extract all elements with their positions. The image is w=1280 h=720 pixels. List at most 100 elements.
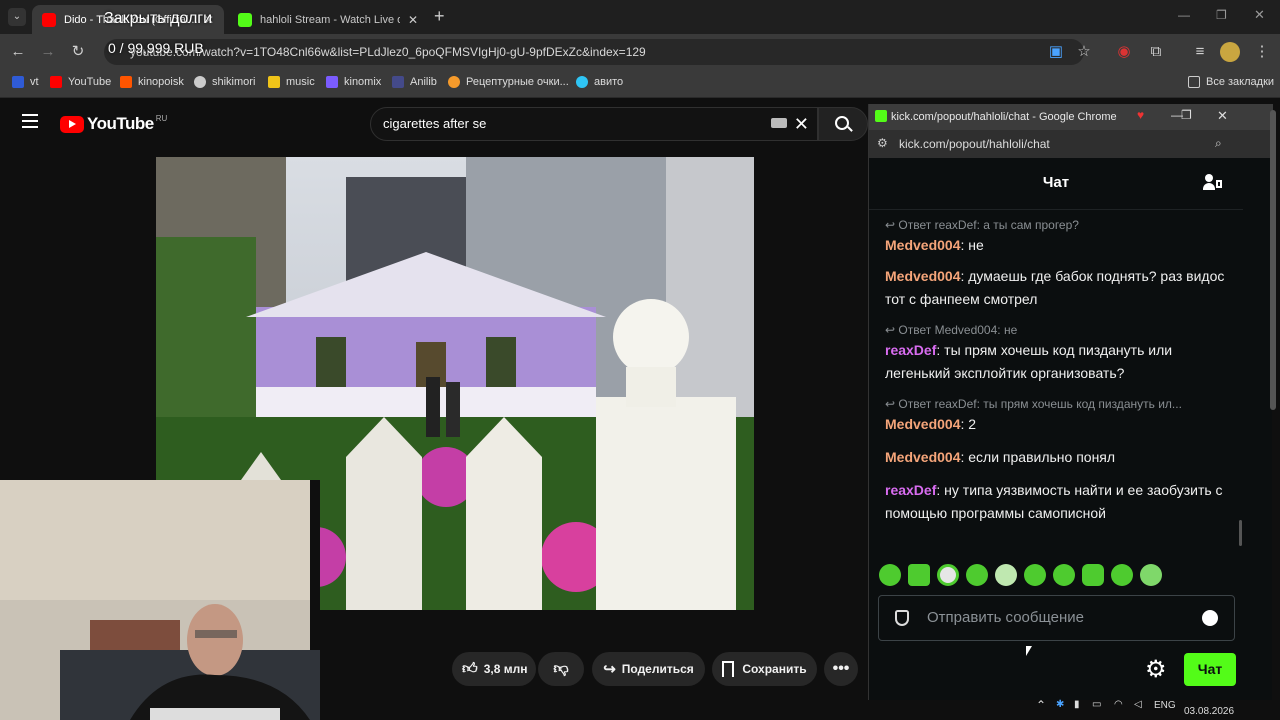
chat-message-input[interactable]: Отправить сообщение — [878, 595, 1235, 641]
tab-search-icon[interactable]: ⌄ — [8, 8, 26, 26]
bookmark-label: YouTube — [68, 76, 112, 88]
youtube-header: YouTube RU cigarettes after se ✕ — [0, 98, 870, 150]
save-button[interactable]: Сохранить — [712, 652, 817, 686]
emote-bar — [879, 564, 1162, 586]
emote-icon[interactable] — [1082, 564, 1104, 586]
bookmark-anilib[interactable]: Anilib — [392, 76, 437, 88]
bookmark-shikimori[interactable]: shikimori — [194, 76, 255, 88]
chat-settings-gear-icon[interactable]: ⚙ — [1145, 655, 1167, 684]
like-button[interactable]: 👍︎ 3,8 млн — [452, 652, 536, 686]
webcam-overlay — [0, 480, 320, 720]
bookmark-youtube[interactable]: YouTube — [50, 76, 111, 88]
music-icon — [268, 76, 280, 88]
maximize-window-icon[interactable]: ❐ — [1216, 8, 1227, 22]
close-tab-icon[interactable]: ✕ — [408, 13, 418, 27]
search-button[interactable] — [818, 107, 868, 141]
close-window-icon[interactable]: ✕ — [1254, 7, 1265, 23]
chat-text: : не — [960, 237, 984, 253]
bookmark-glasses[interactable]: Рецептурные очки... — [448, 76, 569, 88]
chat-users-icon[interactable] — [1203, 174, 1223, 192]
page-scrollbar[interactable] — [1270, 110, 1276, 410]
chat-input-placeholder: Отправить сообщение — [927, 609, 1085, 626]
bookmark-kinomix[interactable]: kinomix — [326, 76, 381, 88]
kick-chat-popup: kick.com/popout/hahloli/chat - Google Ch… — [868, 104, 1273, 700]
reply-reference[interactable]: ↩ Ответ reaxDef: ты прям хочешь код пизд… — [885, 395, 1235, 413]
media-controls-icon[interactable]: ≡ — [1190, 42, 1210, 62]
bookmark-label: Anilib — [410, 76, 437, 88]
back-icon[interactable]: ← — [8, 42, 28, 62]
chat-username[interactable]: Medved004 — [885, 416, 960, 432]
bookmark-vt[interactable]: vt — [12, 76, 39, 88]
minimize-window-icon[interactable]: — — [1178, 8, 1190, 22]
youtube-play-icon — [60, 115, 84, 133]
emote-icon[interactable] — [1111, 564, 1133, 586]
chat-username[interactable]: Medved004 — [885, 237, 960, 253]
wifi-icon[interactable]: ◠ — [1114, 699, 1123, 710]
share-icon: ↪ — [603, 661, 616, 678]
chat-username[interactable]: reaxDef — [885, 342, 936, 358]
menu-kebab-icon[interactable]: ⋮ — [1252, 42, 1272, 62]
emote-icon[interactable] — [1053, 564, 1075, 586]
usb-icon[interactable]: ▮ — [1074, 699, 1080, 710]
battery-icon[interactable]: ▭ — [1092, 699, 1101, 710]
popup-close-icon[interactable]: ✕ — [1217, 108, 1228, 124]
reply-reference[interactable]: ↩ Ответ reaxDef: а ты сам прогер? — [885, 216, 1235, 234]
new-tab-button[interactable]: + — [434, 6, 445, 27]
bookmark-kinopoisk[interactable]: kinopoisk — [120, 76, 184, 88]
address-bar[interactable]: youtube.com/watch?v=1TO48Cnl66w&list=PLd… — [104, 39, 1084, 65]
chat-username[interactable]: reaxDef — [885, 482, 936, 498]
tray-chevron-icon[interactable]: ⌃ — [1036, 698, 1046, 712]
emote-icon[interactable] — [1140, 564, 1162, 586]
emote-icon[interactable] — [995, 564, 1017, 586]
kick-favicon-icon — [238, 12, 252, 27]
bookmark-label: shikimori — [212, 76, 256, 88]
tab-hahloli[interactable]: hahloli Stream - Watch Live on ... ✕ — [228, 5, 428, 34]
bookmark-avito[interactable]: авито — [576, 76, 623, 88]
dislike-button[interactable]: 👎︎ — [538, 652, 584, 686]
reply-reference[interactable]: ↩ Ответ Medved004: не — [885, 321, 1235, 339]
zoom-icon[interactable]: ⌕ — [1215, 136, 1222, 151]
emote-icon[interactable] — [1024, 564, 1046, 586]
chat-message: ↩ Ответ reaxDef: ты прям хочешь код пизд… — [885, 395, 1235, 436]
shield-icon[interactable] — [895, 610, 909, 626]
bookmark-label: kinopoisk — [138, 76, 184, 88]
popup-maximize-icon[interactable]: ❐ — [1181, 108, 1192, 122]
bookmark-music[interactable]: music — [268, 76, 315, 88]
tab-label: hahloli Stream - Watch Live on ... — [260, 13, 400, 26]
date-display[interactable]: 03.08.2026 — [1184, 706, 1234, 717]
save-playlist-icon — [722, 661, 735, 677]
reload-icon[interactable]: ↻ — [68, 42, 88, 62]
emote-icon[interactable] — [879, 564, 901, 586]
volume-icon[interactable]: ◁ — [1134, 699, 1142, 710]
forward-icon[interactable]: → — [38, 42, 58, 62]
language-indicator[interactable]: ENG — [1154, 700, 1176, 711]
all-bookmarks[interactable]: Все закладки — [1188, 76, 1274, 88]
clear-search-icon[interactable]: ✕ — [794, 108, 809, 140]
youtube-logo[interactable]: YouTube RU — [60, 114, 167, 134]
send-chat-button[interactable]: Чат — [1184, 653, 1236, 686]
search-input[interactable]: cigarettes after se ✕ — [370, 107, 818, 141]
donation-goal-progress: 0 / 99,999 RUB — [108, 40, 204, 56]
chat-username[interactable]: Medved004 — [885, 268, 960, 284]
emoji-picker-icon[interactable] — [1202, 610, 1218, 626]
emote-icon[interactable] — [908, 564, 930, 586]
reply-icon: ↩ — [885, 323, 899, 337]
emote-icon[interactable] — [966, 564, 988, 586]
chat-title: Чат — [1042, 174, 1070, 191]
extensions-puzzle-icon[interactable]: ⧉ — [1146, 42, 1166, 62]
popup-extension-icon[interactable]: ♥ — [1137, 108, 1144, 122]
hamburger-menu-icon[interactable] — [22, 114, 38, 128]
cast-icon[interactable]: ▣ — [1046, 42, 1066, 62]
bookmark-label: kinomix — [344, 76, 382, 88]
site-settings-icon[interactable]: ⚙ — [877, 136, 888, 150]
profile-avatar[interactable] — [1220, 42, 1240, 62]
chat-username[interactable]: Medved004 — [885, 449, 960, 465]
emote-icon[interactable] — [937, 564, 959, 586]
extension-red-icon[interactable]: ◉ — [1114, 42, 1134, 62]
keyboard-icon[interactable] — [771, 118, 787, 128]
bookmark-star-icon[interactable]: ☆ — [1074, 42, 1094, 62]
share-button[interactable]: ↪ Поделиться — [592, 652, 705, 686]
more-actions-button[interactable]: ••• — [824, 652, 858, 686]
bluetooth-icon[interactable]: ✱ — [1056, 699, 1064, 710]
chat-scrollbar[interactable] — [1239, 520, 1242, 546]
